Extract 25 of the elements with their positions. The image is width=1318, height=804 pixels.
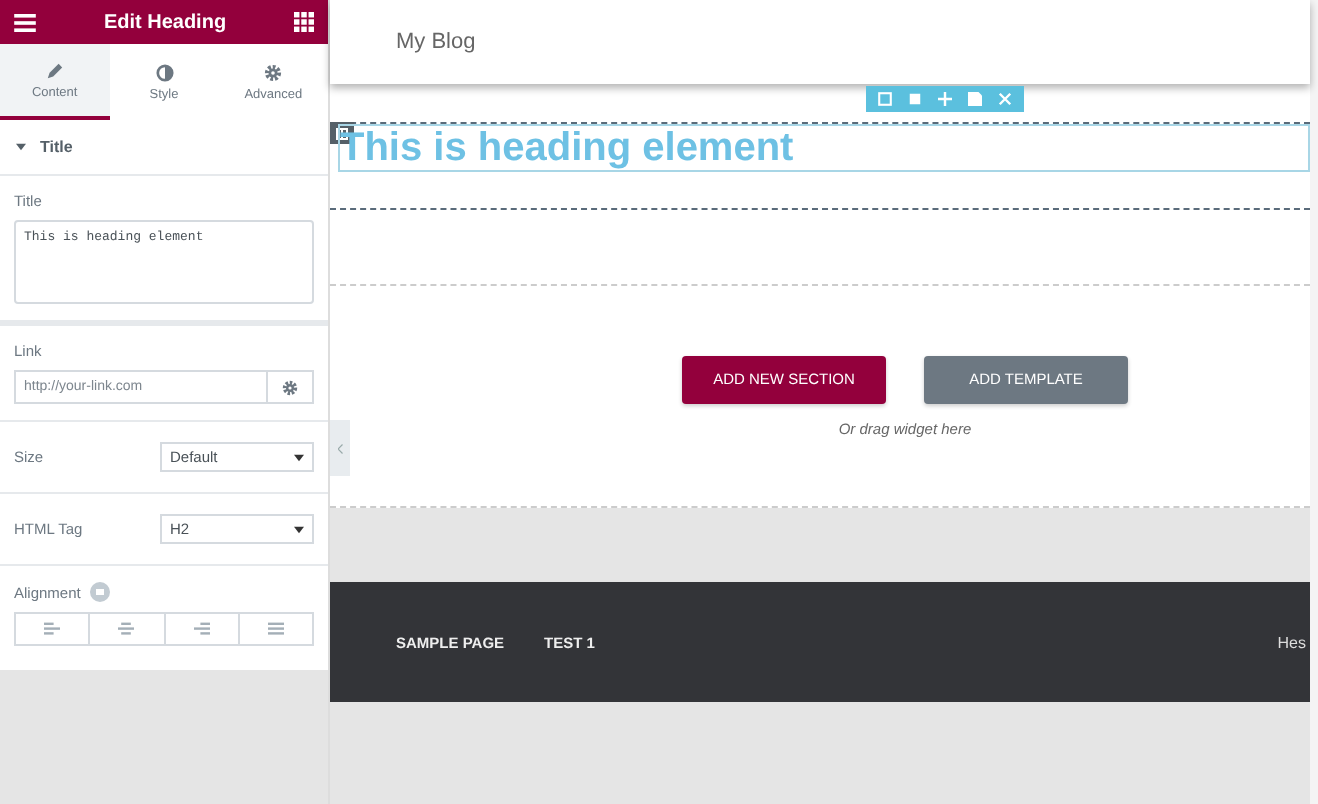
square-icon[interactable] [878, 92, 892, 106]
grid-icon[interactable] [294, 12, 314, 32]
gear-icon [264, 63, 283, 81]
pencil-icon [45, 61, 64, 79]
footer-text: Hes [1277, 633, 1306, 651]
site-title[interactable]: My Blog [396, 30, 476, 54]
copy-icon[interactable] [908, 92, 922, 106]
section-title: Title [40, 138, 73, 156]
caret-icon [294, 525, 304, 533]
settings-icon [282, 379, 298, 395]
caret-icon [294, 453, 304, 461]
close-icon[interactable] [998, 92, 1012, 106]
link-options-button[interactable] [266, 370, 314, 404]
contrast-icon [155, 63, 173, 81]
align-center-icon [118, 622, 135, 636]
panel-title: Edit Heading [103, 11, 227, 33]
caret-icon [16, 142, 26, 152]
menu-icon[interactable] [14, 13, 36, 31]
plus-icon[interactable] [938, 92, 952, 106]
collapse-panel-handle[interactable] [330, 420, 350, 476]
align-left-icon [44, 622, 61, 636]
align-right-icon [193, 622, 210, 636]
align-justify-icon [267, 622, 284, 636]
save-icon[interactable] [968, 92, 982, 106]
responsive-icon[interactable] [90, 582, 111, 602]
